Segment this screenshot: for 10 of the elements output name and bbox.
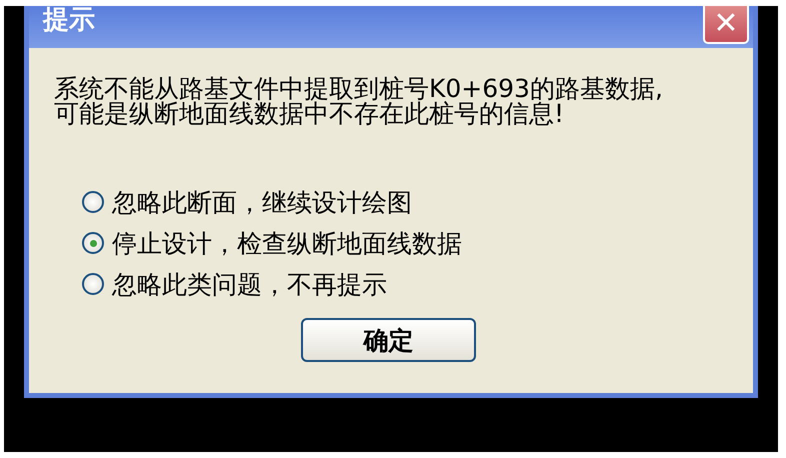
message-text: 系统不能从路基文件中提取到桩号K0+693的路基数据, <box>54 76 664 101</box>
option-label[interactable]: 停止设计，检查纵断地面线数据 <box>112 226 462 260</box>
ok-button[interactable]: 确定 <box>301 318 476 362</box>
window-title: 提示 <box>43 6 95 34</box>
radio-button[interactable] <box>82 273 104 295</box>
message-text: 可能是纵断地面线数据中不存在此桩号的信息! <box>54 101 564 126</box>
option-label[interactable]: 忽略此类问题，不再提示 <box>112 268 387 300</box>
radio-button[interactable] <box>82 232 104 254</box>
option-label[interactable]: 忽略此断面，继续设计绘图 <box>112 186 412 218</box>
radio-button[interactable] <box>82 191 104 213</box>
